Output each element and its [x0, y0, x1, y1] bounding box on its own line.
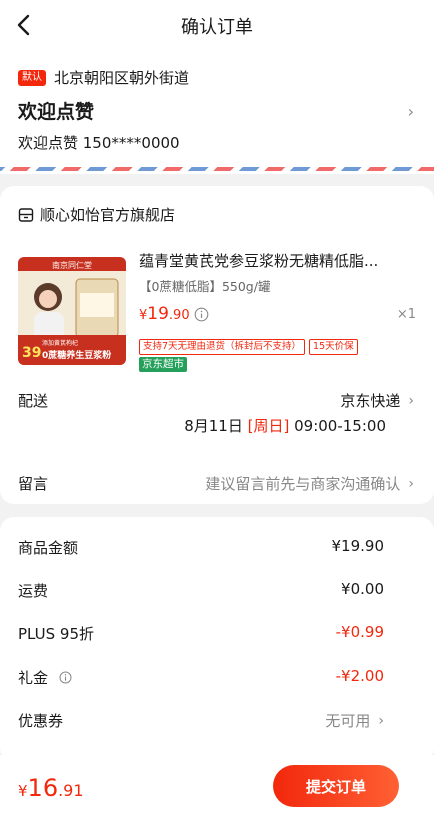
product-spec: 【0蔗糖低脂】550g/罐	[139, 279, 271, 294]
message-hint: 建议留言前先与商家沟通确认	[205, 475, 401, 493]
coupon-value: 无可用 ›	[325, 710, 384, 731]
message-label: 留言	[18, 475, 49, 493]
store-card: 顺心如怡官方旗舰店 南京同仁堂 39 添加黄芪枸杞 0蔗糖养生豆浆粉 蕴青堂黄芪…	[0, 186, 434, 504]
price-decimal: .90	[168, 308, 190, 323]
info-icon[interactable]	[194, 307, 209, 322]
summary-row-coupon[interactable]: 优惠券 无可用 ›	[18, 710, 384, 731]
chevron-right-icon: ›	[408, 475, 414, 492]
product-title[interactable]: 蕴青堂黄芪党参豆浆粉无糖精低脂...	[139, 250, 411, 271]
image-promo-text: 0蔗糖养生豆浆粉	[42, 349, 111, 361]
default-tag: 默认	[18, 69, 46, 86]
summary-label: 礼金	[18, 669, 49, 687]
jd-supermarket-tag: 京东超市	[139, 357, 187, 372]
address-detail: 欢迎点赞	[18, 101, 95, 123]
summary-label: PLUS 95折	[18, 625, 95, 643]
summary-row-shipping: 运费 ¥0.00	[18, 580, 384, 601]
image-brand-text: 南京同仁堂	[52, 260, 92, 270]
total-price: ¥ 16 .91	[18, 774, 84, 802]
summary-row-subtotal: 商品金额 ¥19.90	[18, 537, 384, 558]
total-currency: ¥	[18, 782, 28, 800]
address-card[interactable]: 默认 北京朝阳区朝外街道 欢迎点赞 › 欢迎点赞 150****0000	[0, 50, 434, 174]
store-icon	[18, 207, 34, 222]
image-sub-text: 添加黄芪枸杞	[42, 339, 78, 347]
chevron-right-icon: ›	[408, 392, 414, 409]
chevron-right-icon: ›	[378, 712, 384, 729]
service-badges: 支持7天无理由退货（拆封后不支持） 15天价保	[139, 339, 358, 355]
image-promo-price: 39	[22, 345, 41, 361]
price-currency: ¥	[139, 308, 148, 323]
submit-order-button[interactable]: 提交订单	[273, 765, 399, 807]
store-row[interactable]: 顺心如怡官方旗舰店	[18, 204, 175, 225]
summary-row-gift-credit: 礼金 -¥2.00	[18, 667, 384, 688]
message-input[interactable]: 建议留言前先与商家沟通确认 ›	[205, 473, 414, 494]
total-decimal: .91	[58, 781, 84, 800]
delivery-method-row[interactable]: 京东快递 ›	[340, 390, 414, 411]
return-policy-badge: 支持7天无理由退货（拆封后不支持）	[139, 339, 306, 355]
price-integer: 19	[147, 304, 169, 324]
product-quantity: ×1	[396, 307, 416, 322]
summary-label: 优惠券	[18, 712, 64, 730]
address-region: 北京朝阳区朝外街道	[54, 69, 190, 87]
price-summary-card: 商品金额 ¥19.90 运费 ¥0.00 PLUS 95折 -¥0.99 礼金 …	[0, 517, 434, 762]
delivery-label: 配送	[18, 392, 49, 410]
summary-value: -¥0.99	[335, 623, 384, 641]
delivery-method: 京东快递	[340, 392, 401, 410]
summary-value: 无可用	[325, 712, 371, 730]
summary-label: 商品金额	[18, 539, 79, 557]
delivery-weekday: [周日]	[247, 417, 290, 435]
summary-value: ¥0.00	[341, 580, 384, 598]
store-name: 顺心如怡官方旗舰店	[40, 206, 176, 224]
page-title: 确认订单	[181, 17, 253, 38]
top-bar: 确认订单	[0, 0, 434, 50]
chevron-right-icon[interactable]: ›	[408, 102, 414, 121]
delivery-date: 8月11日	[184, 417, 243, 435]
envelope-border	[0, 167, 434, 171]
address-contact: 欢迎点赞 150****0000	[18, 134, 180, 152]
address-region-row: 默认 北京朝阳区朝外街道	[18, 67, 189, 88]
delivery-time[interactable]: 8月11日 [周日] 09:00-15:00	[184, 415, 386, 436]
summary-label-wrap: 礼金	[18, 667, 72, 688]
product-image[interactable]: 南京同仁堂 39 添加黄芪枸杞 0蔗糖养生豆浆粉	[18, 257, 126, 365]
price-protect-badge: 15天价保	[309, 339, 358, 355]
bottom-bar: ¥ 16 .91 提交订单	[0, 755, 434, 814]
info-icon[interactable]	[59, 671, 72, 684]
summary-value: -¥2.00	[335, 667, 384, 685]
product-price: ¥ 19 .90	[139, 304, 190, 324]
total-integer: 16	[27, 774, 59, 802]
product-picture: 南京同仁堂 39 添加黄芪枸杞 0蔗糖养生豆浆粉	[18, 257, 126, 365]
summary-label: 运费	[18, 582, 49, 600]
summary-row-plus-discount: PLUS 95折 -¥0.99	[18, 623, 384, 644]
summary-value: ¥19.90	[331, 537, 385, 555]
delivery-window: 09:00-15:00	[294, 417, 386, 435]
